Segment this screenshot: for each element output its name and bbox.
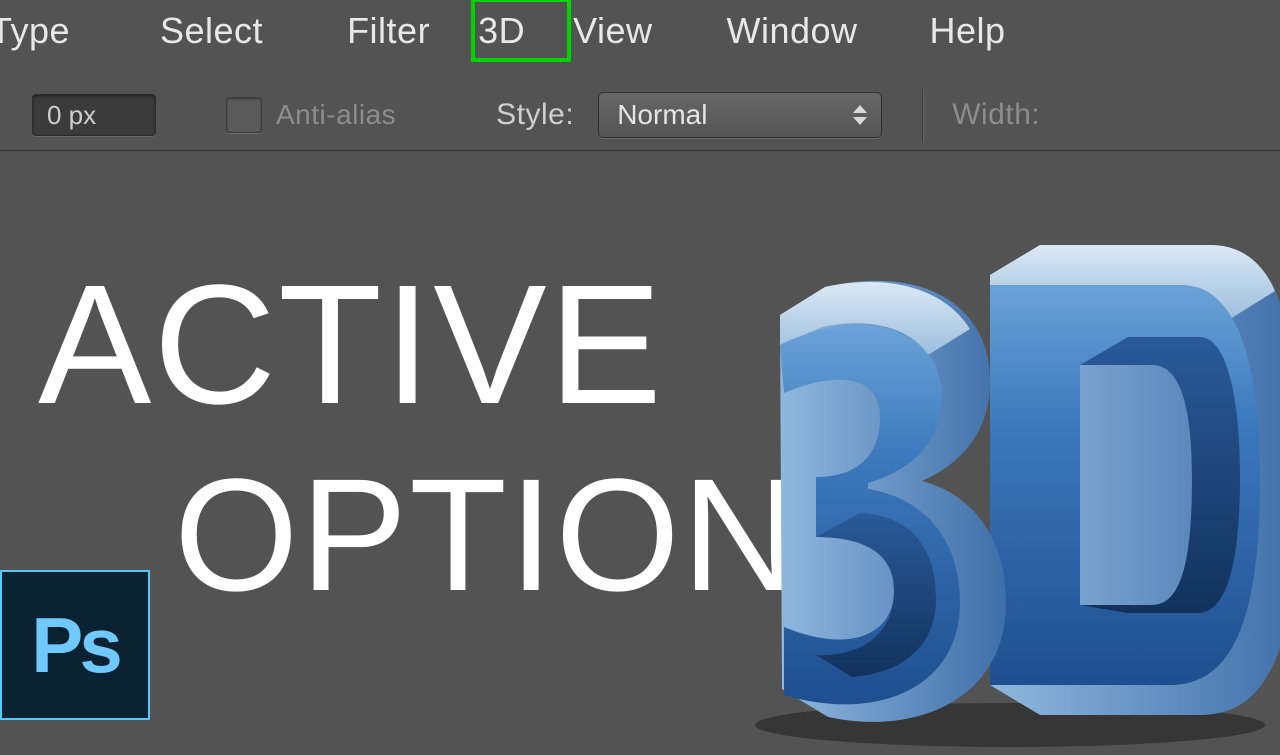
highlight-3d-menu	[471, 0, 571, 62]
width-label: Width:	[952, 98, 1040, 132]
menu-bar: Type Select Filter 3D View Window Help	[0, 0, 1280, 62]
antialias-checkbox[interactable]	[226, 97, 262, 133]
3d-logo-graphic	[720, 230, 1280, 750]
photoshop-logo-text: Ps	[31, 600, 118, 691]
menu-filter[interactable]: Filter	[333, 0, 444, 62]
options-bar: 0 px Anti-alias Style: Normal Width:	[0, 80, 1280, 151]
antialias-label: Anti-alias	[276, 99, 396, 131]
style-label: Style:	[496, 98, 574, 132]
style-select[interactable]: Normal	[598, 92, 882, 138]
menu-select[interactable]: Select	[146, 0, 277, 62]
options-divider	[922, 89, 924, 141]
menu-help[interactable]: Help	[916, 0, 1020, 62]
menu-type[interactable]: Type	[0, 0, 88, 62]
photoshop-logo-icon: Ps	[0, 570, 150, 720]
overlay-text-active: ACTIVE	[38, 260, 664, 430]
overlay-text-option: OPTION	[174, 455, 799, 615]
menu-view[interactable]: View	[559, 0, 666, 62]
style-select-value: Normal	[617, 99, 707, 131]
select-stepper-icon	[853, 105, 867, 125]
menu-window[interactable]: Window	[712, 0, 871, 62]
feather-field[interactable]: 0 px	[32, 94, 156, 136]
